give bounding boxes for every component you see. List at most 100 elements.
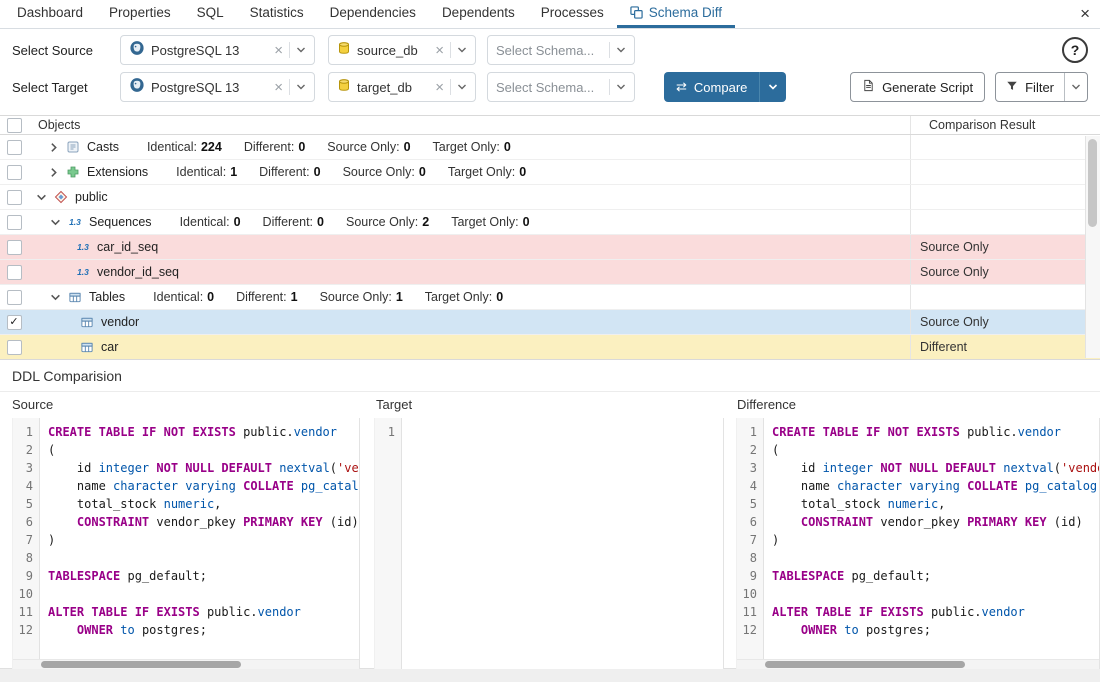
- tab-processes[interactable]: Processes: [528, 0, 617, 28]
- object-row-vendor-id-seq[interactable]: 1.3vendor_id_seqSource Only: [0, 260, 1100, 285]
- compare-button[interactable]: ⇄ Compare: [664, 72, 786, 102]
- tab-bar: Dashboard Properties SQLStatistics Dependen…: [0, 0, 1100, 29]
- code-line: CREATE TABLE IF NOT EXISTS public.vendor: [48, 423, 359, 441]
- comparison-result-value: Different: [910, 335, 1100, 359]
- comparison-stats: Identical:1Different:0Source Only:0Targe…: [176, 165, 526, 179]
- object-row-extensions[interactable]: ExtensionsIdentical:1Different:0Source O…: [0, 160, 1100, 185]
- code-line: [48, 549, 359, 567]
- comparison-result-column-header: Comparison Result: [910, 116, 1100, 134]
- postgresql-icon: [129, 40, 145, 61]
- line-numbers: 123456789101112: [13, 418, 40, 659]
- object-row-vendor[interactable]: ✓vendorSource Only: [0, 310, 1100, 335]
- tab-dependencies[interactable]: Dependencies: [317, 0, 429, 28]
- chevron-down-icon[interactable]: [296, 82, 306, 92]
- tab-sql[interactable]: SQL: [184, 0, 237, 28]
- object-row-tables[interactable]: TablesIdentical:0Different:1Source Only:…: [0, 285, 1100, 310]
- code-line: OWNER to postgres;: [48, 621, 359, 639]
- chevron-down-icon[interactable]: [616, 82, 626, 92]
- casts-icon: [64, 140, 82, 154]
- object-label: Tables: [89, 290, 125, 304]
- comparison-result-value: [910, 135, 1100, 159]
- row-checkbox[interactable]: ✓: [7, 315, 22, 330]
- close-icon[interactable]: ×: [1080, 4, 1090, 24]
- target-database-select[interactable]: target_db ×: [328, 72, 476, 102]
- sequence-icon: 1.3: [74, 242, 92, 252]
- compare-arrows-icon: ⇄: [676, 79, 687, 95]
- caret-down-icon[interactable]: [50, 217, 64, 228]
- row-checkbox[interactable]: [7, 215, 22, 230]
- filter-button[interactable]: Filter: [995, 72, 1088, 102]
- scrollbar-thumb[interactable]: [41, 661, 241, 668]
- tab-statistics[interactable]: Statistics: [237, 0, 317, 28]
- object-row-car[interactable]: carDifferent: [0, 335, 1100, 360]
- source-server-select[interactable]: PostgreSQL 13 ×: [120, 35, 315, 65]
- clear-icon[interactable]: ×: [274, 43, 283, 58]
- tab-schema-diff[interactable]: Schema Diff: [617, 0, 735, 28]
- generate-script-button[interactable]: Generate Script: [850, 72, 985, 102]
- select-all-checkbox[interactable]: [7, 118, 22, 133]
- stat-different-: Different:0: [259, 165, 320, 179]
- row-checkbox[interactable]: [7, 140, 22, 155]
- source-pane-label: Source: [12, 397, 53, 412]
- horizontal-scrollbar[interactable]: [13, 659, 359, 669]
- tab-dependents[interactable]: Dependents: [429, 0, 528, 28]
- divider: [289, 42, 290, 58]
- object-row-casts[interactable]: CastsIdentical:224Different:0Source Only…: [0, 135, 1100, 160]
- comparison-result-value: [910, 285, 1100, 309]
- caret-right-icon[interactable]: [48, 167, 62, 178]
- code-area: CREATE TABLE IF NOT EXISTS public.vendor…: [41, 418, 359, 659]
- code-area: CREATE TABLE IF NOT EXISTS public.vendor…: [765, 418, 1099, 659]
- scrollbar-thumb[interactable]: [1088, 139, 1097, 227]
- target-server-select[interactable]: PostgreSQL 13 ×: [120, 72, 315, 102]
- object-row-car-id-seq[interactable]: 1.3car_id_seqSource Only: [0, 235, 1100, 260]
- scrollbar-thumb[interactable]: [765, 661, 965, 668]
- chevron-down-icon[interactable]: [457, 45, 467, 55]
- comparison-result-value: [910, 210, 1100, 234]
- code-line: ALTER TABLE IF EXISTS public.vendor: [772, 603, 1099, 621]
- code-line: [410, 423, 723, 441]
- horizontal-scrollbar[interactable]: [737, 659, 1099, 669]
- select-target-label: Select Target: [12, 80, 120, 95]
- source-schema-select[interactable]: Select Schema...: [487, 35, 635, 65]
- row-checkbox[interactable]: [7, 290, 22, 305]
- tab-list: Dashboard Properties SQLStatistics Dependen…: [4, 0, 735, 28]
- tab-label: Dependencies: [330, 5, 416, 20]
- row-checkbox[interactable]: [7, 165, 22, 180]
- stat-different-: Different:1: [236, 290, 297, 304]
- row-checkbox[interactable]: [7, 265, 22, 280]
- target-schema-select[interactable]: Select Schema...: [487, 72, 635, 102]
- tab-label: Schema Diff: [649, 5, 722, 20]
- sequence-icon: 1.3: [66, 217, 84, 227]
- filter-dropdown-toggle[interactable]: [1064, 73, 1087, 101]
- chevron-down-icon[interactable]: [616, 45, 626, 55]
- caret-right-icon[interactable]: [48, 142, 62, 153]
- clear-icon[interactable]: ×: [274, 80, 283, 95]
- tab-label: Dependents: [442, 5, 515, 20]
- clear-icon[interactable]: ×: [435, 43, 444, 58]
- object-row-sequences[interactable]: 1.3SequencesIdentical:0Different:0Source…: [0, 210, 1100, 235]
- database-icon: [337, 41, 351, 60]
- chevron-down-icon: [768, 82, 778, 92]
- stat-different-: Different:0: [263, 215, 324, 229]
- tab-label: Dashboard: [17, 5, 83, 20]
- stat-source-only-: Source Only:0: [343, 165, 426, 179]
- object-label: Casts: [87, 140, 119, 154]
- tab-properties[interactable]: Properties: [96, 0, 184, 28]
- caret-down-icon[interactable]: [50, 292, 64, 303]
- chevron-down-icon[interactable]: [457, 82, 467, 92]
- object-row-public[interactable]: public: [0, 185, 1100, 210]
- compare-dropdown-toggle[interactable]: [759, 72, 786, 102]
- object-label: vendor: [101, 315, 139, 329]
- row-checkbox[interactable]: [7, 190, 22, 205]
- source-database-select[interactable]: source_db ×: [328, 35, 476, 65]
- row-checkbox[interactable]: [7, 240, 22, 255]
- tab-label: Properties: [109, 5, 171, 20]
- caret-down-icon[interactable]: [36, 192, 50, 203]
- row-checkbox[interactable]: [7, 340, 22, 355]
- vertical-scrollbar[interactable]: [1085, 136, 1100, 358]
- clear-icon[interactable]: ×: [435, 80, 444, 95]
- help-button[interactable]: ?: [1062, 37, 1088, 63]
- funnel-icon: [1006, 80, 1018, 95]
- tab-dashboard[interactable]: Dashboard: [4, 0, 96, 28]
- chevron-down-icon[interactable]: [296, 45, 306, 55]
